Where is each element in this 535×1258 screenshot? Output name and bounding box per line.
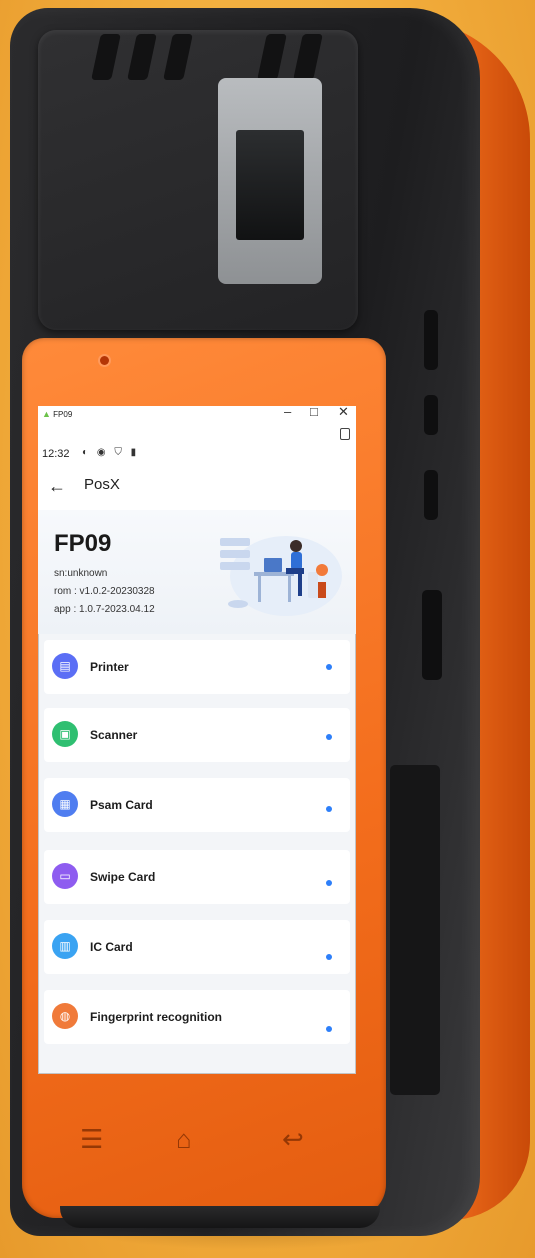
menu-item-label: IC Card — [90, 940, 133, 954]
side-port — [422, 590, 442, 680]
menu-item-scanner[interactable]: ▣ Scanner — [44, 708, 350, 762]
menu-item-fingerprint-recognition[interactable]: ◍ Fingerprint recognition — [44, 990, 350, 1044]
front-camera — [100, 356, 109, 365]
side-button-3 — [424, 470, 438, 520]
ic-card-icon: ▥ — [52, 933, 78, 959]
menu-item-printer[interactable]: ▤ Printer — [44, 640, 350, 694]
menu-item-label: Swipe Card — [90, 870, 156, 884]
menu-item-swipe-card[interactable]: ▭ Swipe Card — [44, 850, 350, 904]
status-dot — [326, 880, 332, 886]
psam-card-icon: ▦ — [52, 791, 78, 817]
screen: ▲ FP09 – □ ✕ 12:32 ◐ ◉ ⛉ ▮ ← PosX FP09 s… — [38, 406, 356, 1074]
app-version: app : 1.0.7-2023.04.12 — [54, 604, 155, 615]
status-dot — [326, 954, 332, 960]
office-illustration — [220, 536, 342, 616]
status-bar — [38, 406, 356, 470]
menu-item-label: Scanner — [90, 728, 138, 742]
window-app-label: ▲ FP09 — [42, 409, 72, 419]
scanner-icon: ▣ — [52, 721, 78, 747]
window-app-name: FP09 — [53, 410, 73, 419]
side-grip — [390, 765, 440, 1095]
status-dot — [326, 664, 332, 670]
side-button-1 — [424, 310, 438, 370]
printer-icon: ▤ — [52, 653, 78, 679]
device-name: FP09 — [54, 530, 112, 557]
android-icon: ▲ — [42, 409, 51, 419]
nav-back-icon[interactable]: ↩ — [282, 1124, 304, 1155]
minimize-button[interactable]: – — [284, 406, 291, 419]
back-arrow-icon[interactable]: ← — [48, 476, 66, 497]
app-title: PosX — [84, 476, 120, 493]
nav-menu-icon[interactable]: ☰ — [80, 1124, 103, 1155]
fingerprint-sensor-window — [236, 130, 304, 240]
serial-number: sn:unknown — [54, 568, 108, 579]
menu-item-label: Fingerprint recognition — [90, 1010, 222, 1024]
status-dot — [326, 1026, 332, 1032]
status-icons: ◐ ◉ ⛉ ▮ — [82, 447, 140, 458]
swipe-card-icon: ▭ — [52, 863, 78, 889]
fingerprint-icon: ◍ — [52, 1003, 78, 1029]
menu-item-label: Psam Card — [90, 798, 153, 812]
menu-item-psam-card[interactable]: ▦ Psam Card — [44, 778, 350, 832]
device-bottom-edge — [60, 1206, 380, 1228]
nav-home-icon[interactable]: ⌂ — [176, 1124, 192, 1155]
rom-version: rom : v1.0.2-20230328 — [54, 586, 155, 597]
status-time: 12:32 — [42, 448, 70, 460]
menu-item-label: Printer — [90, 660, 129, 674]
lock-icon — [340, 428, 350, 440]
close-button[interactable]: ✕ — [338, 406, 349, 420]
status-dot — [326, 734, 332, 740]
maximize-button[interactable]: □ — [310, 406, 318, 419]
side-button-2 — [424, 395, 438, 435]
status-dot — [326, 806, 332, 812]
menu-item-ic-card[interactable]: ▥ IC Card — [44, 920, 350, 974]
